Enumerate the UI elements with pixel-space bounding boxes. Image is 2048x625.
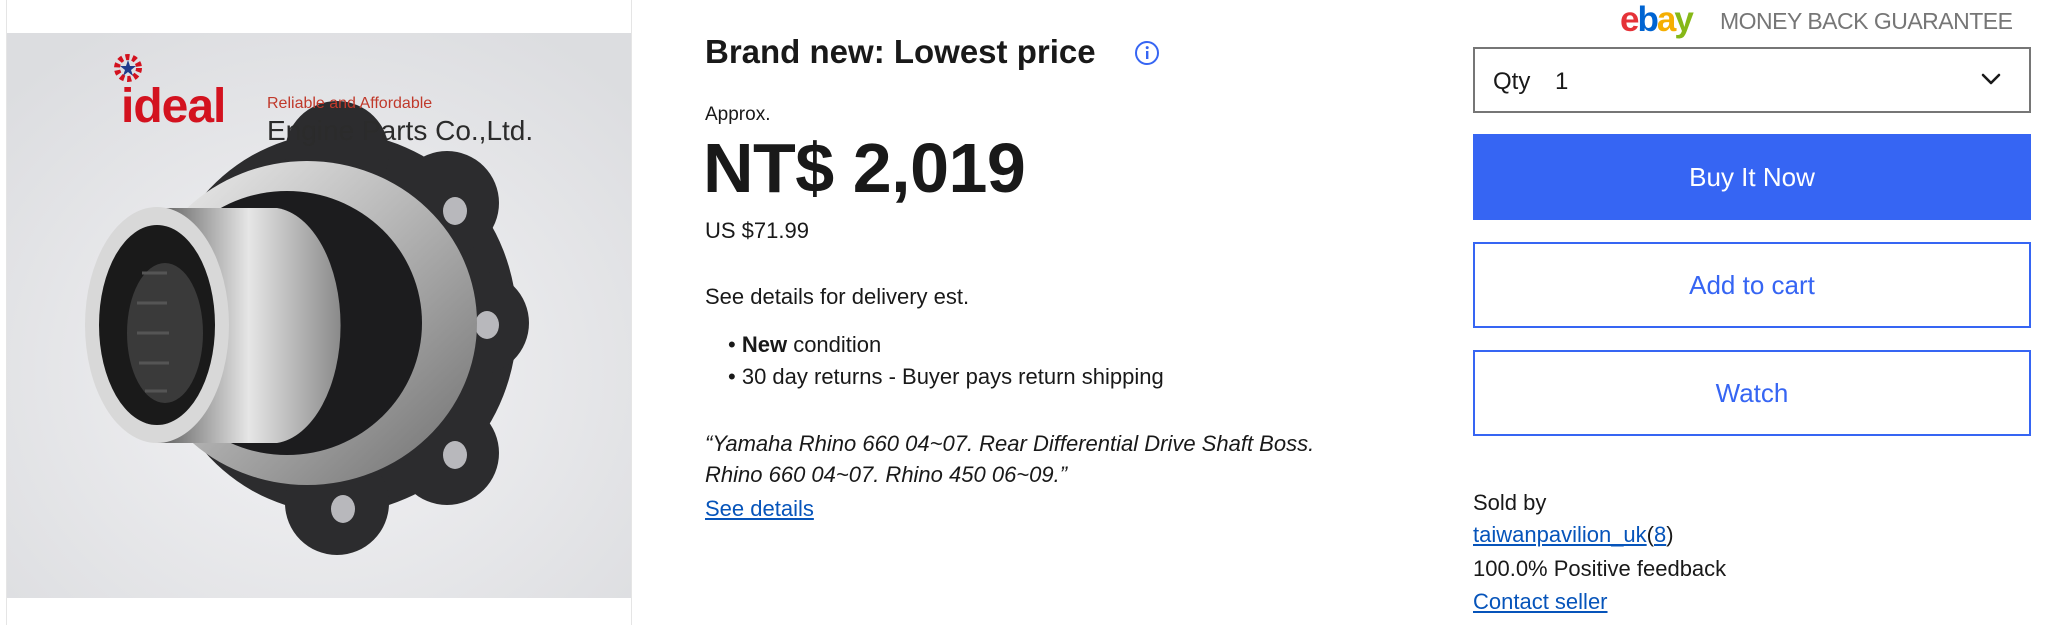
list-item: • 30 day returns - Buyer pays return shi… xyxy=(728,364,1164,389)
seller-name-link[interactable]: taiwanpavilion_uk xyxy=(1473,522,1647,547)
quote-line-2: Rhino 660 04~07. Rhino 450 06~09.” xyxy=(705,462,1068,487)
feedback-score-link[interactable]: 8 xyxy=(1654,522,1666,547)
watch-button[interactable]: Watch xyxy=(1473,350,2031,436)
chevron-down-icon xyxy=(1981,73,2001,85)
ebay-letter-a: a xyxy=(1656,0,1677,39)
logo-wordmark: ideal xyxy=(121,80,226,133)
quote-line-1: “Yamaha Rhino 660 04~07. Rear Differenti… xyxy=(705,431,1315,456)
add-to-cart-button[interactable]: Add to cart xyxy=(1473,242,2031,328)
sold-by-label: Sold by xyxy=(1473,490,1547,515)
delivery-estimate: See details for delivery est. xyxy=(705,284,970,309)
product-photo[interactable]: ideal Reliable and Affordable Engine Par… xyxy=(7,33,631,598)
approx-label: Approx. xyxy=(705,104,771,125)
see-details-link[interactable]: See details xyxy=(705,496,814,522)
qty-value: 1 xyxy=(1555,68,1569,95)
positive-feedback: 100.0% Positive feedback xyxy=(1473,556,1727,581)
ebay-letter-e: e xyxy=(1620,0,1640,39)
list-item: • New condition xyxy=(728,332,882,357)
product-image-panel: ideal Reliable and Affordable Engine Par… xyxy=(6,0,632,625)
logo-company-name: Engine Parts Co.,Ltd. xyxy=(267,115,534,146)
price-primary: NT$ 2,019 xyxy=(703,129,1026,207)
condition-list: • New condition • 30 day returns - Buyer… xyxy=(728,332,1164,396)
returns-text: 30 day returns - Buyer pays return shipp… xyxy=(741,364,1164,389)
guarantee-text: MONEY BACK GUARANTEE xyxy=(1720,8,2013,34)
item-description-quote: “Yamaha Rhino 660 04~07. Rear Differenti… xyxy=(705,428,1425,490)
price-usd: US $71.99 xyxy=(705,218,809,243)
listing-heading: Brand new: Lowest price xyxy=(705,33,1096,70)
condition-value: New xyxy=(741,332,788,357)
logo-tagline: Reliable and Affordable xyxy=(267,95,433,112)
ebay-letter-y: y xyxy=(1674,0,1694,39)
qty-label: Qty xyxy=(1493,68,1531,95)
buy-it-now-button[interactable]: Buy It Now xyxy=(1473,134,2031,220)
seller-info: taiwanpavilion_uk(8) xyxy=(1473,522,1674,548)
info-circle-icon[interactable] xyxy=(1134,40,1160,66)
contact-seller-link[interactable]: Contact seller xyxy=(1473,589,1608,615)
condition-text: condition xyxy=(787,332,882,357)
ebay-logo: ebay xyxy=(1620,0,1694,40)
quantity-select[interactable]: Qty 1 xyxy=(1473,47,2031,113)
ebay-letter-b: b xyxy=(1637,0,1658,39)
close-paren: ) xyxy=(1666,522,1674,547)
open-paren: ( xyxy=(1646,522,1654,547)
